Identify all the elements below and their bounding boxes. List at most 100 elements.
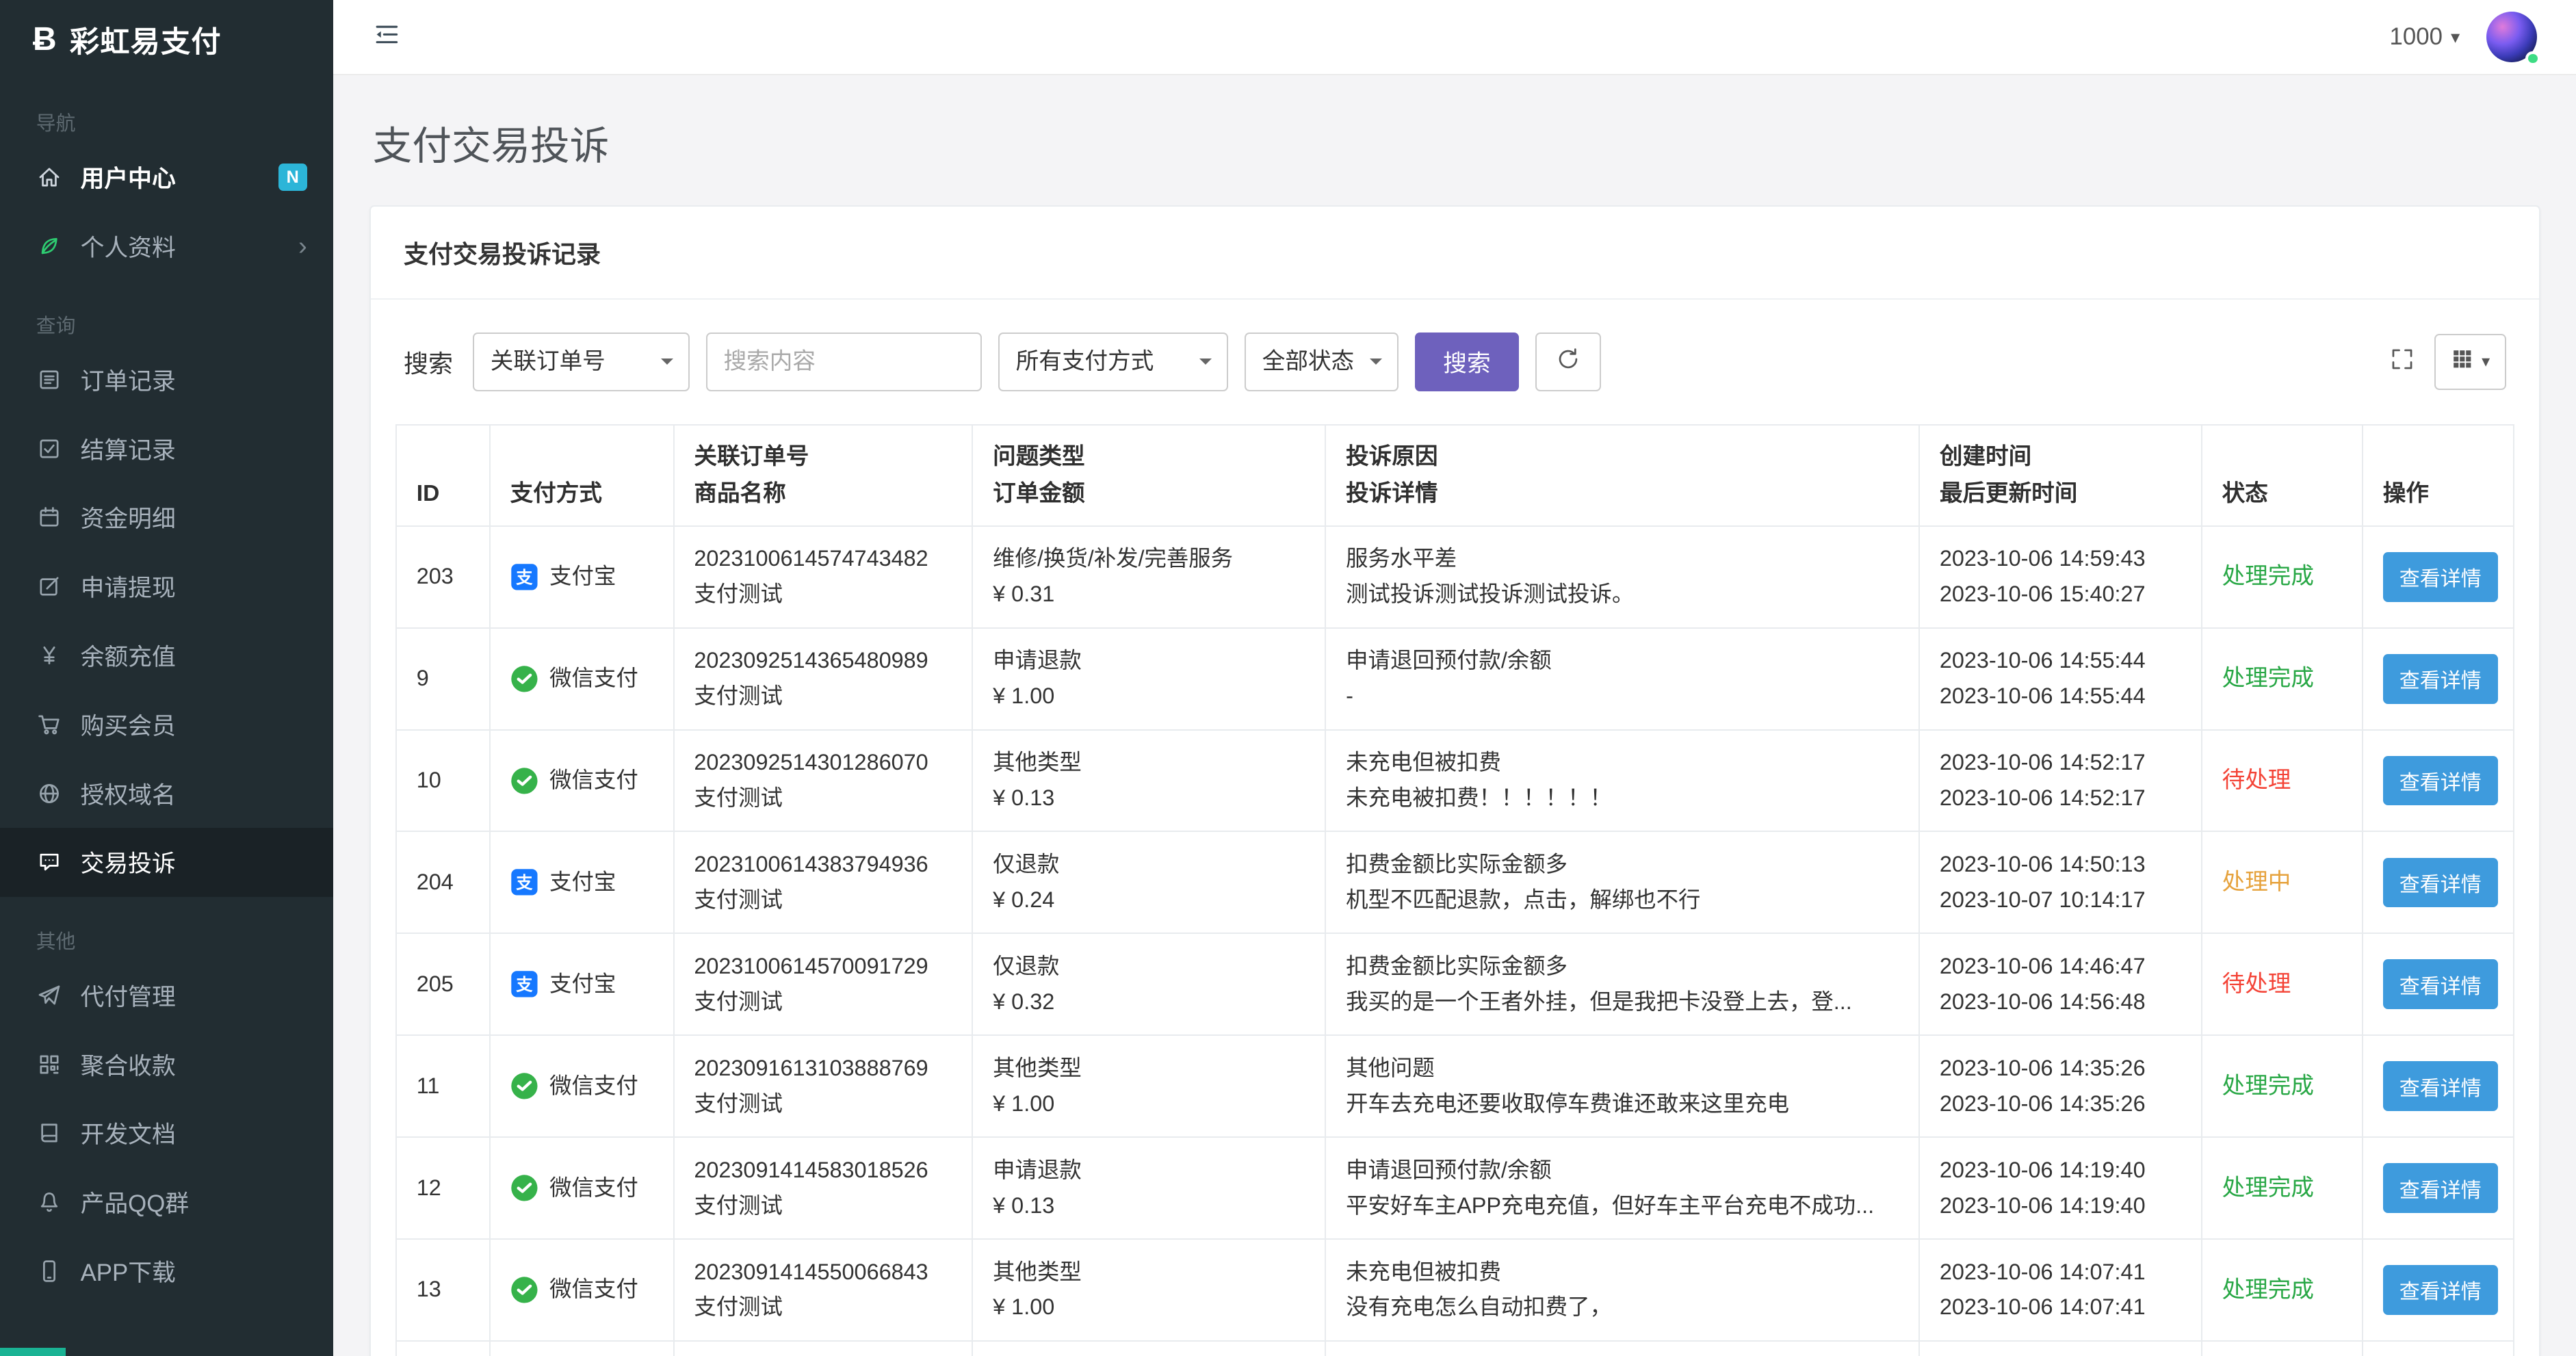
issue-cell: 其他类型¥ 1.00 xyxy=(972,1239,1325,1341)
view-details-button[interactable]: 查看详情 xyxy=(2383,1163,2498,1213)
main-area: 1000 ▾ 支付交易投诉 支付交易投诉记录 搜索 关联订单号 xyxy=(333,0,2576,1356)
balance-dropdown[interactable]: 1000 ▾ xyxy=(2390,23,2460,51)
sidebar-item-settlement-records[interactable]: 结算记录 xyxy=(0,414,333,483)
sidebar-item-transaction-complaints[interactable]: 交易投诉 xyxy=(0,828,333,897)
reason-cell: 扣费后未获得商品/服务 xyxy=(1325,1341,1919,1356)
column-header-line-1: 投诉原因 xyxy=(1346,439,1899,475)
sidebar-item-buy-membership[interactable]: 购买会员 xyxy=(0,690,333,759)
refresh-icon xyxy=(1556,347,1580,377)
order-cell-line-2: 支付测试 xyxy=(694,781,952,816)
brand-name: 彩虹易支付 xyxy=(70,18,222,61)
search-field-select[interactable]: 关联订单号 xyxy=(473,333,690,391)
reason-cell-line-2: - xyxy=(1346,679,1899,714)
view-details-button[interactable]: 查看详情 xyxy=(2383,756,2498,806)
order-cell-line-2: 支付测试 xyxy=(694,1290,952,1325)
sidebar-item-balance-recharge[interactable]: 余额充值 xyxy=(0,621,333,690)
issue-cell-line-2: ¥ 1.00 xyxy=(993,1290,1305,1325)
fullscreen-button[interactable] xyxy=(2390,347,2415,377)
sidebar-item-authorized-domains[interactable]: 授权域名 xyxy=(0,759,333,828)
sidebar-item-payout-management[interactable]: 代付管理 xyxy=(0,961,333,1030)
sidebar-item-fund-details[interactable]: 资金明细 xyxy=(0,483,333,552)
table-row: 204支支付宝2023100614383794936支付测试仅退款¥ 0.24扣… xyxy=(396,831,2514,933)
sidebar-item-aggregate-collection[interactable]: 聚合收款 xyxy=(0,1030,333,1099)
issue-cell-line-2: ¥ 0.31 xyxy=(993,577,1305,612)
pay-method-label: 微信支付 xyxy=(549,763,638,798)
sidebar-item-withdraw-apply[interactable]: 申请提现 xyxy=(0,552,333,621)
status-cell: 处理完成 xyxy=(2202,1239,2363,1341)
time-cell-line-1: 2023-10-06 14:55:44 xyxy=(1940,643,2181,679)
page-head: 支付交易投诉 xyxy=(333,75,2576,205)
pay-method-label: 支付宝 xyxy=(549,559,616,595)
order-cell: 2023092514301286070支付测试 xyxy=(674,730,973,832)
sidebar-item-product-qq-group[interactable]: 产品QQ群 xyxy=(0,1168,333,1237)
issue-cell: 申请退款¥ 1.00 xyxy=(972,628,1325,730)
order-cell-line-1: 2023091414550066843 xyxy=(694,1255,952,1290)
sidebar-item-profile[interactable]: 个人资料› xyxy=(0,212,333,281)
search-input[interactable] xyxy=(706,333,982,391)
brand[interactable]: Ƀ 彩虹易支付 xyxy=(0,0,333,79)
sidebar-item-label: 授权域名 xyxy=(81,777,307,811)
column-header: 操作 xyxy=(2363,425,2514,526)
sidebar-section-label: 其他 xyxy=(36,926,333,954)
sidebar-item-label: 开发文档 xyxy=(81,1116,307,1150)
status-select[interactable]: 全部状态 xyxy=(1245,333,1399,391)
pay-method: 微信支付 xyxy=(510,661,653,696)
id-cell: 204 xyxy=(396,831,490,933)
sidebar-item-app-download[interactable]: APP下载 xyxy=(0,1237,333,1306)
sidebar-item-user-center[interactable]: 用户中心N xyxy=(0,143,333,212)
svg-text:支: 支 xyxy=(516,976,533,995)
column-header: 关联订单号商品名称 xyxy=(674,425,973,526)
sidebar-item-order-records[interactable]: 订单记录 xyxy=(0,345,333,414)
view-details-button[interactable]: 查看详情 xyxy=(2383,1265,2498,1315)
action-cell: 查看详情 xyxy=(2363,1035,2514,1137)
search-button[interactable]: 搜索 xyxy=(1415,333,1518,391)
column-header: ID xyxy=(396,425,490,526)
reason-cell-line-1: 扣费金额比实际金额多 xyxy=(1346,949,1899,985)
issue-cell-line-1: 其他类型 xyxy=(993,745,1305,781)
order-cell: 2023091613103888769支付测试 xyxy=(674,1035,973,1137)
issue-cell: 其他类型¥ 0.13 xyxy=(972,730,1325,832)
avatar[interactable] xyxy=(2486,12,2537,62)
id-cell: 9 xyxy=(396,628,490,730)
view-details-button[interactable]: 查看详情 xyxy=(2383,1061,2498,1111)
table-row: 12微信支付2023091414583018526支付测试申请退款¥ 0.13申… xyxy=(396,1137,2514,1239)
columns-toggle-button[interactable]: ▾ xyxy=(2434,334,2506,390)
time-cell: 2023-10-06 14:07:412023-10-06 14:07:41 xyxy=(1919,1239,2202,1341)
sidebar-toggle-button[interactable] xyxy=(373,21,401,54)
column-header-line-2: 商品名称 xyxy=(694,475,952,512)
pay-method-select-wrap: 所有支付方式 xyxy=(998,333,1228,391)
column-header-line-1: 关联订单号 xyxy=(694,439,952,475)
reason-cell: 扣费金额比实际金额多机型不匹配退款，点击，解绑也不行 xyxy=(1325,831,1919,933)
pay-method-cell: 微信支付 xyxy=(490,1239,674,1341)
time-cell-line-2: 2023-10-06 15:40:27 xyxy=(1940,577,2181,612)
order-cell: 2023091414550066843支付测试 xyxy=(674,1239,973,1341)
view-details-button[interactable]: 查看详情 xyxy=(2383,858,2498,908)
view-details-button[interactable]: 查看详情 xyxy=(2383,552,2498,602)
action-cell: 查看详情 xyxy=(2363,628,2514,730)
order-cell: 2023091414583018526支付测试 xyxy=(674,1137,973,1239)
calendar-icon xyxy=(36,505,62,530)
pay-method-select[interactable]: 所有支付方式 xyxy=(998,333,1228,391)
order-cell-line-2: 支付测试 xyxy=(694,985,952,1020)
column-header-line-2: 投诉详情 xyxy=(1346,475,1899,512)
column-header: 问题类型订单金额 xyxy=(972,425,1325,526)
reason-cell-line-1: 未充电但被扣费 xyxy=(1346,1255,1899,1290)
reason-cell-line-2: 测试投诉测试投诉测试投诉。 xyxy=(1346,577,1899,612)
paper-plane-icon xyxy=(36,983,62,1008)
column-header-line-1: 支付方式 xyxy=(510,475,653,512)
issue-cell-line-2: ¥ 0.24 xyxy=(993,883,1305,918)
time-cell: 2023-10-06 14:46:472023-10-06 14:56:48 xyxy=(1919,933,2202,1035)
table-header: ID支付方式关联订单号商品名称问题类型订单金额投诉原因投诉详情创建时间最后更新时… xyxy=(396,425,2514,526)
status-cell: 处理完成 xyxy=(2202,1137,2363,1239)
status-cell xyxy=(2202,1341,2363,1356)
issue-cell-line-2: ¥ 0.32 xyxy=(993,985,1305,1020)
id-cell: 11 xyxy=(396,1035,490,1137)
view-details-button[interactable]: 查看详情 xyxy=(2383,654,2498,704)
refresh-button[interactable] xyxy=(1535,333,1601,391)
table-row: 9微信支付2023092514365480989支付测试申请退款¥ 1.00申请… xyxy=(396,628,2514,730)
id-cell: 205 xyxy=(396,933,490,1035)
new-badge: N xyxy=(278,164,307,191)
view-details-button[interactable]: 查看详情 xyxy=(2383,959,2498,1009)
action-cell: 查看详情 xyxy=(2363,526,2514,628)
sidebar-item-dev-docs[interactable]: 开发文档 xyxy=(0,1099,333,1168)
